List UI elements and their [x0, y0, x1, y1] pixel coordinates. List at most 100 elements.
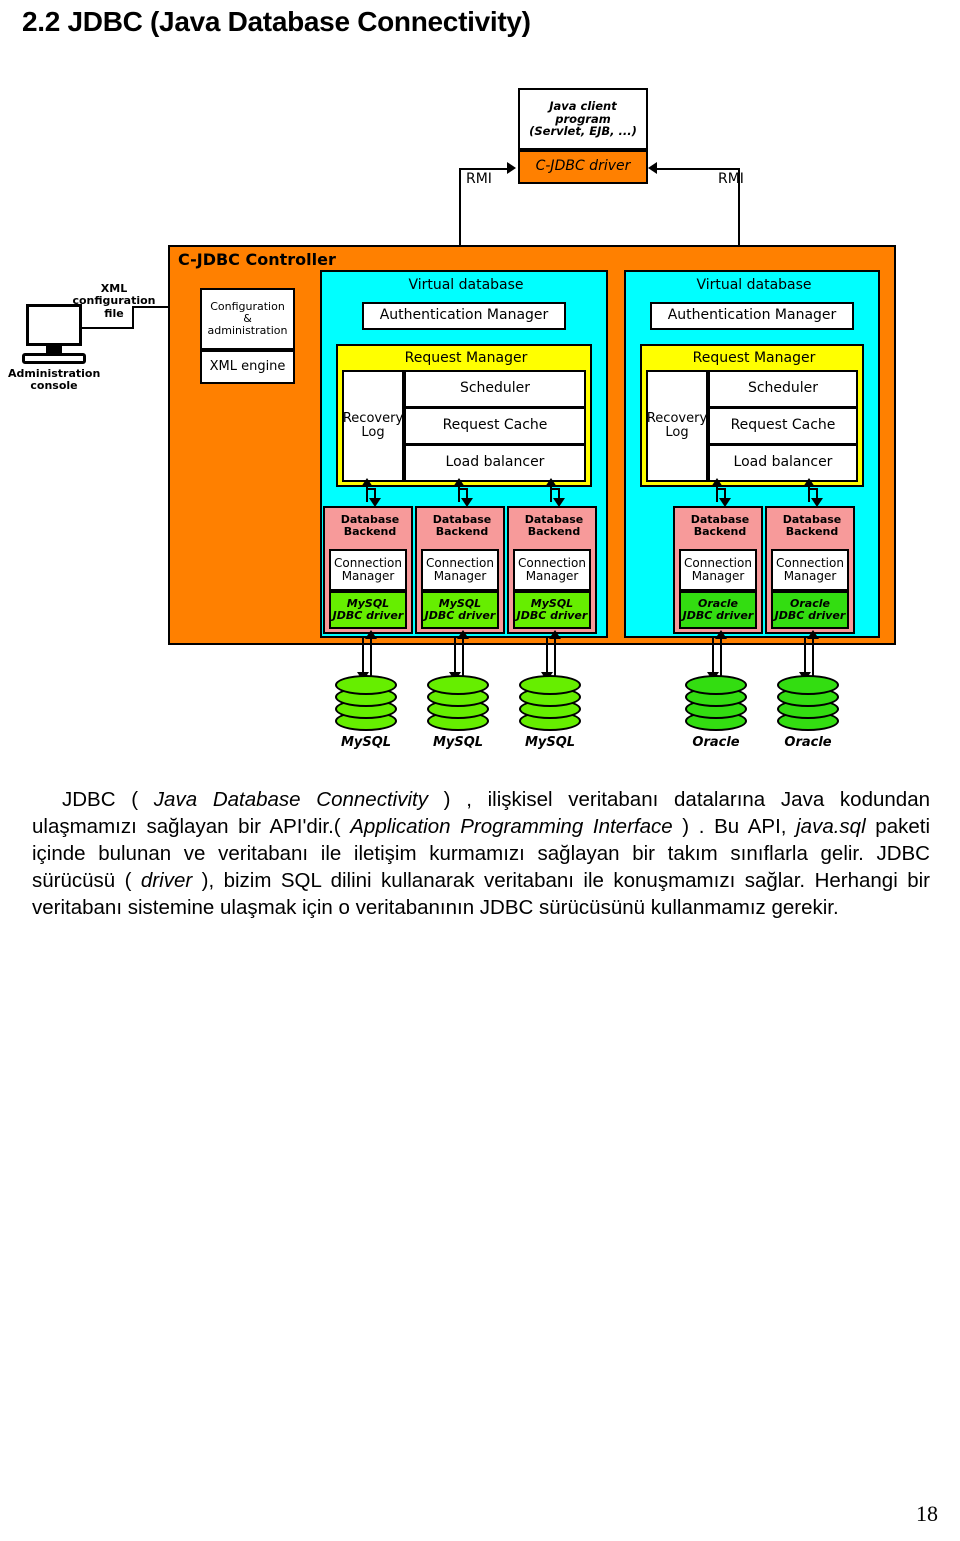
db-conn-2-up: [462, 636, 464, 680]
database-backend-4-title: Database Backend: [675, 513, 765, 539]
database-backend-3-title: Database Backend: [509, 513, 599, 539]
c-jdbc-driver-box: C-JDBC driver: [518, 150, 648, 184]
rm-backend-2-up-arrow: [453, 478, 465, 487]
database-label-5: Oracle: [784, 735, 832, 750]
authentication-manager-2: Authentication Manager: [650, 302, 854, 330]
cylinder-disc: [427, 675, 489, 695]
rmi-right-arrowhead: [648, 162, 657, 174]
cylinder-disc: [685, 675, 747, 695]
rm-backend-5-up-arrow: [803, 478, 815, 487]
rm-backend-3-down-arrow: [553, 498, 565, 507]
monitor-base: [22, 353, 86, 364]
jdbc-driver-2-line2: JDBC driver: [424, 609, 496, 622]
c-jdbc-controller-title: C-JDBC Controller: [178, 250, 336, 269]
scheduler-2-label: Scheduler: [747, 380, 819, 397]
rmi-right-label: RMI: [718, 171, 744, 187]
scheduler-2: Scheduler: [708, 370, 858, 408]
jdbc-driver-4-line2: JDBC driver: [682, 609, 754, 622]
auth-manager-1-label: Authentication Manager: [379, 307, 549, 324]
db-conn-4-up-arrow: [715, 630, 727, 639]
rm-backend-3-join: [550, 488, 560, 490]
database-cylinder-1: [335, 675, 397, 733]
rm-backend-4-join: [716, 488, 726, 490]
request-cache-1-label: Request Cache: [442, 417, 548, 434]
database-label-4: Oracle: [692, 735, 740, 750]
conn-mgr-5-line2: Manager: [783, 569, 837, 583]
rm-backend-1-join: [366, 488, 376, 490]
conn-mgr-2-line2: Manager: [433, 569, 487, 583]
database-backend-2-title: Database Backend: [417, 513, 507, 539]
rm-backend-3-up-arrow: [545, 478, 557, 487]
authentication-manager-1: Authentication Manager: [362, 302, 566, 330]
rm-backend-5-join: [808, 488, 818, 490]
auth-manager-2-label: Authentication Manager: [667, 307, 837, 324]
rmi-left-label: RMI: [466, 171, 492, 187]
database-cylinder-4: [685, 675, 747, 733]
virtual-database-2-title: Virtual database: [696, 277, 812, 293]
body-italic-driver: driver: [140, 869, 193, 892]
database-cylinder-2: [427, 675, 489, 733]
console-line2: console: [30, 379, 78, 393]
request-manager-2-title: Request Manager: [692, 350, 816, 366]
recovery-log-2-line1: Recovery: [646, 410, 708, 426]
load-balancer-2-label: Load balancer: [733, 454, 833, 471]
conn-mgr-3-line2: Manager: [525, 569, 579, 583]
cylinder-disc: [777, 675, 839, 695]
db-conn-4-up: [720, 636, 722, 680]
connection-manager-2: Connection Manager: [421, 549, 499, 591]
database-cylinder-3: [519, 675, 581, 733]
console-to-elbow-h: [80, 327, 134, 329]
body-italic-api-expansion: Application Programming Interface: [350, 815, 673, 838]
request-cache-2: Request Cache: [708, 407, 858, 445]
java-client-line1: Java client: [549, 99, 617, 114]
xml-engine-label: XML engine: [209, 358, 286, 374]
body-paragraph: JDBC ( Java Database Connectivity ) , il…: [32, 786, 930, 921]
connection-manager-1: Connection Manager: [329, 549, 407, 591]
rm-backend-4-up-arrow: [711, 478, 723, 487]
java-client-line3: (Servlet, EJB, ...): [529, 124, 637, 139]
page-title: 2.2 JDBC (Java Database Connectivity): [22, 6, 531, 37]
database-cylinder-5: [777, 675, 839, 733]
cylinder-disc: [335, 675, 397, 695]
rm-backend-2-join: [458, 488, 468, 490]
db-conn-2-up-arrow: [457, 630, 469, 639]
jdbc-driver-4: Oracle JDBC driver: [679, 591, 757, 629]
database-label-1: MySQL: [340, 735, 392, 750]
database-label-2: MySQL: [432, 735, 484, 750]
jdbc-driver-3: MySQL JDBC driver: [513, 591, 591, 629]
backend-3-title-line2: Backend: [527, 525, 581, 539]
cylinder-disc: [519, 675, 581, 695]
body-seg-1: JDBC (: [62, 788, 154, 811]
xml-engine-box: XML engine: [200, 350, 295, 384]
scheduler-1-label: Scheduler: [459, 380, 531, 397]
connection-manager-5: Connection Manager: [771, 549, 849, 591]
recovery-log-1-line2: Log: [361, 425, 385, 440]
recovery-log-1-line1: Recovery: [342, 410, 404, 426]
database-label-3: MySQL: [524, 735, 576, 750]
request-cache-1: Request Cache: [404, 407, 586, 445]
backend-5-title-line2: Backend: [785, 525, 839, 539]
load-balancer-1-label: Load balancer: [445, 454, 545, 471]
xmlcfg-line3: file: [104, 306, 124, 320]
backend-4-title-line2: Backend: [693, 525, 747, 539]
conn-mgr-4-line2: Manager: [691, 569, 745, 583]
rm-backend-1-up-arrow: [361, 478, 373, 487]
load-balancer-2: Load balancer: [708, 444, 858, 482]
java-client-program-box: Java client program (Servlet, EJB, ...): [518, 88, 648, 150]
conn-mgr-1-line2: Manager: [341, 569, 395, 583]
db-conn-5-up-arrow: [807, 630, 819, 639]
body-italic-jdbc-expansion: Java Database Connectivity: [153, 788, 428, 811]
architecture-diagram: Java client program (Servlet, EJB, ...) …: [0, 80, 960, 780]
recovery-log-2: Recovery Log: [646, 370, 708, 482]
body-seg-3: ) . Bu API,: [672, 815, 797, 838]
db-conn-5-up: [812, 636, 814, 680]
configuration-administration-box: Configuration & administration: [200, 288, 295, 350]
xml-configuration-file-label: XML configuration file: [72, 282, 156, 320]
rmi-left-h: [459, 168, 511, 170]
console-elbow-v: [132, 306, 134, 329]
jdbc-driver-5: Oracle JDBC driver: [771, 591, 849, 629]
request-cache-2-label: Request Cache: [730, 417, 836, 434]
jdbc-driver-5-line2: JDBC driver: [774, 609, 846, 622]
recovery-log-1: Recovery Log: [342, 370, 404, 482]
rm-backend-2-down-arrow: [461, 498, 473, 507]
